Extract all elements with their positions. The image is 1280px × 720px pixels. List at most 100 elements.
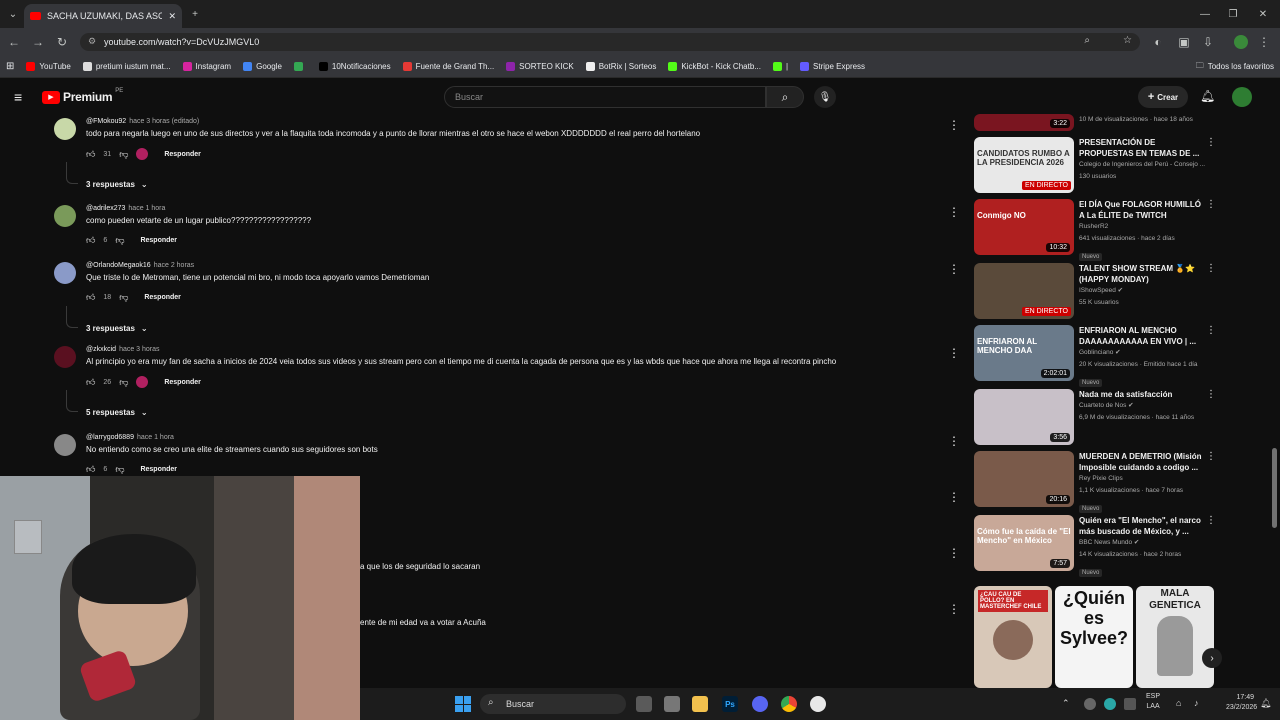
comment-menu-icon[interactable]: ⋮ bbox=[948, 346, 960, 360]
forward-icon[interactable]: → bbox=[30, 34, 46, 50]
comment-menu-icon[interactable]: ⋮ bbox=[948, 602, 960, 616]
like-icon[interactable]: 👍︎ bbox=[86, 149, 95, 160]
page-scrollbar[interactable] bbox=[1272, 448, 1277, 528]
bookmark-star-icon[interactable]: ☆ bbox=[1123, 35, 1132, 46]
recommended-video[interactable]: 3:56 Nada me da satisfacción Cuarteto de N… bbox=[974, 389, 1220, 447]
account-avatar[interactable] bbox=[1232, 87, 1252, 107]
video-menu-icon[interactable]: ⋮ bbox=[1206, 263, 1216, 274]
video-title[interactable]: PRESENTACIÓN DE PROPUESTAS EN TEMAS DE .… bbox=[1079, 137, 1207, 159]
channel-name[interactable]: Colegio de Ingenieros del Perú - Consejo… bbox=[1079, 159, 1207, 171]
file-explorer-icon[interactable] bbox=[692, 696, 708, 712]
notifications-bell-icon[interactable]: 🔔︎ bbox=[1200, 89, 1215, 103]
comment-username[interactable]: @adrilex273 bbox=[86, 205, 125, 212]
taskbar-clock[interactable]: 17:49 23/2/2026 bbox=[1226, 693, 1257, 713]
video-title[interactable]: Quién era "El Mencho", el narco más busc… bbox=[1079, 515, 1207, 537]
video-thumbnail[interactable]: CANDIDATOS RUMBO A LA PRESIDENCIA 2026 EN… bbox=[974, 137, 1074, 193]
recommended-video[interactable]: ENFRIARON AL MENCHO DAA 2:02:01 ENFRIARON … bbox=[974, 325, 1220, 387]
taskbar-app-icon[interactable] bbox=[664, 696, 680, 712]
video-title[interactable]: TALENT SHOW STREAM 🏅⭐ (HAPPY MONDAY) bbox=[1079, 263, 1207, 285]
extension-icon[interactable]: ◐ bbox=[1150, 34, 1166, 50]
video-thumbnail[interactable]: 20:16 bbox=[974, 451, 1074, 507]
bookmark-item[interactable]: Stripe Express bbox=[794, 62, 871, 71]
video-title[interactable]: Nada me da satisfacción bbox=[1079, 389, 1207, 400]
channel-name[interactable]: Goblinciano ✔ bbox=[1079, 347, 1207, 359]
tray-app-icon[interactable] bbox=[1104, 698, 1116, 710]
channel-name[interactable]: RusherR2 bbox=[1079, 221, 1207, 233]
tab-close-icon[interactable]: ✕ bbox=[168, 11, 176, 22]
commenter-avatar[interactable] bbox=[54, 434, 76, 456]
chrome-icon[interactable] bbox=[781, 696, 797, 712]
commenter-avatar[interactable] bbox=[54, 118, 76, 140]
channel-name[interactable]: Rey Pixie Clips bbox=[1079, 473, 1207, 485]
tray-chevron-icon[interactable]: ⌃ bbox=[1062, 698, 1070, 709]
chevron-right-icon[interactable]: › bbox=[1202, 648, 1222, 668]
site-info-icon[interactable]: ⚙ bbox=[88, 36, 96, 47]
video-thumbnail[interactable]: EN DIRECTO bbox=[974, 263, 1074, 319]
video-menu-icon[interactable]: ⋮ bbox=[1206, 389, 1216, 400]
comment-username[interactable]: @FMokou92 bbox=[86, 118, 126, 125]
video-title[interactable]: MUERDEN A DEMETRIO (Misión Imposible cui… bbox=[1079, 451, 1207, 473]
like-icon[interactable]: 👍︎ bbox=[86, 292, 95, 303]
windows-start-icon[interactable] bbox=[455, 696, 471, 712]
volume-icon[interactable]: ♪ bbox=[1194, 698, 1199, 708]
tab-search-icon[interactable]: ⌄ bbox=[2, 6, 24, 22]
bookmark-item[interactable]: KickBot - Kick Chatb... bbox=[662, 62, 767, 71]
comment-menu-icon[interactable]: ⋮ bbox=[948, 262, 960, 276]
bookmark-item[interactable]: Instagram bbox=[177, 62, 238, 71]
video-menu-icon[interactable]: ⋮ bbox=[1206, 199, 1216, 210]
view-replies-button[interactable]: 3 respuestas ⌄ bbox=[86, 324, 148, 333]
all-favorites-folder[interactable]: 🗀 Todos los favoritos bbox=[1190, 60, 1280, 74]
new-tab-icon[interactable]: + bbox=[184, 6, 206, 22]
discord-icon[interactable] bbox=[752, 696, 768, 712]
browser-menu-icon[interactable]: ⋮ bbox=[1256, 34, 1272, 50]
video-thumbnail[interactable]: 3:56 bbox=[974, 389, 1074, 445]
address-bar[interactable]: ⚙ youtube.com/watch?v=DcVUzJMGVL0 ⌕ ☆ bbox=[80, 33, 1140, 51]
dislike-icon[interactable]: 👎︎ bbox=[119, 149, 128, 160]
short-thumbnail[interactable]: MALA GENETICA bbox=[1136, 586, 1214, 688]
comment-menu-icon[interactable]: ⋮ bbox=[948, 434, 960, 448]
reply-button[interactable]: Responder bbox=[164, 379, 201, 386]
search-icon[interactable]: ⌕ bbox=[766, 86, 804, 108]
recommended-video[interactable]: 3:22 10 M de visualizaciones · hace 18 añ… bbox=[974, 114, 1220, 132]
recommended-video[interactable]: EN DIRECTO TALENT SHOW STREAM 🏅⭐ (HAPPY M… bbox=[974, 263, 1220, 321]
video-title[interactable]: ENFRIARON AL MENCHO DAAAAAAAAAAA EN VIVO… bbox=[1079, 325, 1207, 347]
dislike-icon[interactable]: 👎︎ bbox=[119, 292, 128, 303]
channel-name[interactable]: IShowSpeed ✔ bbox=[1079, 285, 1207, 297]
commenter-avatar[interactable] bbox=[54, 262, 76, 284]
comment-username[interactable]: @OrlandoMegaok16 bbox=[86, 262, 151, 269]
create-button[interactable]: + Crear bbox=[1138, 86, 1188, 108]
recommended-video[interactable]: 20:16 MUERDEN A DEMETRIO (Misión Imposibl… bbox=[974, 451, 1220, 513]
tray-app-icon[interactable] bbox=[1084, 698, 1096, 710]
keyboard-language[interactable]: ESP LAA bbox=[1146, 692, 1160, 712]
commenter-avatar[interactable] bbox=[54, 346, 76, 368]
recommended-video[interactable]: Cómo fue la caída de "El Mencho" en Méxi… bbox=[974, 515, 1220, 577]
zoom-icon[interactable]: ⌕ bbox=[1084, 35, 1090, 46]
video-title[interactable]: El DÍA Que FOLAGOR HUMILLÓ A La ÉLITE De… bbox=[1079, 199, 1207, 221]
hamburger-menu-icon[interactable]: ≡ bbox=[14, 89, 22, 105]
task-view-icon[interactable] bbox=[636, 696, 652, 712]
browser-tab-active[interactable]: SACHA UZUMAKI, DAS ASCO ✕ bbox=[24, 4, 182, 28]
extensions-puzzle-icon[interactable]: ▣ bbox=[1176, 34, 1192, 50]
short-thumbnail[interactable]: ¿Quién es Sylvee? bbox=[1055, 586, 1133, 688]
comment-menu-icon[interactable]: ⋮ bbox=[948, 546, 960, 560]
channel-name[interactable]: Cuarteto de Nos ✔ bbox=[1079, 400, 1207, 412]
video-thumbnail[interactable]: Cómo fue la caída de "El Mencho" en Méxi… bbox=[974, 515, 1074, 571]
back-icon[interactable]: ← bbox=[6, 34, 22, 50]
reload-icon[interactable]: ↻ bbox=[54, 34, 70, 50]
comment-menu-icon[interactable]: ⋮ bbox=[948, 490, 960, 504]
like-icon[interactable]: 👍︎ bbox=[86, 235, 95, 246]
bookmark-item[interactable]: Fuente de Grand Th... bbox=[397, 62, 501, 71]
comment-username[interactable]: @larrygod6889 bbox=[86, 434, 134, 441]
youtube-search-input[interactable]: Buscar bbox=[444, 86, 766, 108]
close-window-icon[interactable]: ✕ bbox=[1252, 6, 1274, 22]
reply-button[interactable]: Responder bbox=[164, 151, 201, 158]
reply-button[interactable]: Responder bbox=[140, 237, 177, 244]
tray-app-icon[interactable] bbox=[1124, 698, 1136, 710]
video-menu-icon[interactable]: ⋮ bbox=[1206, 137, 1216, 148]
view-replies-button[interactable]: 5 respuestas ⌄ bbox=[86, 408, 148, 417]
dislike-icon[interactable]: 👎︎ bbox=[119, 377, 128, 388]
profile-avatar-icon[interactable] bbox=[1234, 35, 1248, 49]
comment-menu-icon[interactable]: ⋮ bbox=[948, 118, 960, 132]
video-thumbnail[interactable]: Conmigo NO 10:32 bbox=[974, 199, 1074, 255]
view-replies-button[interactable]: 3 respuestas ⌄ bbox=[86, 180, 148, 189]
